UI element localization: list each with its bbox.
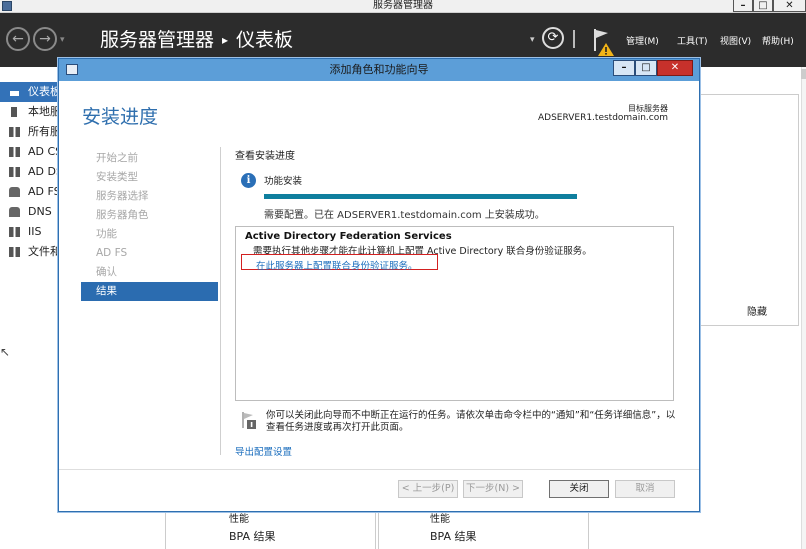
- installation-progress-bar: [264, 194, 577, 199]
- footer-divider: [59, 469, 699, 470]
- notification-flag-icon[interactable]: [592, 27, 616, 57]
- configure-federation-service-link[interactable]: 在此服务器上配置联合身份验证服务。: [256, 258, 418, 272]
- tile-performance-label[interactable]: 性能: [229, 510, 249, 525]
- local-server-icon: [11, 107, 17, 117]
- mouse-cursor-icon: ↖: [0, 345, 11, 359]
- sidebar-item-file-services[interactable]: 文件和: [0, 242, 60, 262]
- menu-view[interactable]: 视图(V): [720, 34, 751, 47]
- breadcrumb-app: 服务器管理器: [100, 29, 215, 51]
- sidebar-item-label: AD CS: [28, 145, 60, 158]
- refresh-icon[interactable]: ⟳: [542, 27, 564, 49]
- sidebar-item-label: 文件和: [28, 245, 60, 258]
- target-server-value: ADSERVER1.testdomain.com: [537, 113, 668, 123]
- wizard-titlebar[interactable]: 添加角色和功能向导 – □ ✕: [59, 59, 699, 81]
- view-progress-label: 查看安装进度: [235, 151, 295, 162]
- wizard-maximize-button[interactable]: □: [635, 60, 657, 76]
- sidebar-item-label: 所有服: [28, 125, 60, 138]
- wizard-title: 添加角色和功能向导: [329, 63, 429, 76]
- hide-link[interactable]: 隐藏: [747, 303, 767, 318]
- file-services-icon: [9, 247, 20, 257]
- add-roles-wizard-dialog: 添加角色和功能向导 – □ ✕ 安装进度 目标服务器 ADSERVER1.tes…: [58, 58, 700, 512]
- back-arrow-icon[interactable]: ←: [6, 27, 30, 51]
- close-wizard-button[interactable]: 关闭: [549, 480, 609, 498]
- vertical-scrollbar[interactable]: [801, 67, 806, 549]
- header-divider: [573, 30, 575, 48]
- tile-performance-label[interactable]: 性能: [430, 510, 450, 525]
- close-wizard-note: 你可以关闭此向导而不中断正在运行的任务。请依次单击命令栏中的“通知”和“任务详细…: [266, 410, 676, 433]
- ad-cs-icon: [9, 147, 20, 157]
- server-manager-titlebar: 服务器管理器 – □ ✕: [0, 0, 806, 13]
- maximize-button[interactable]: □: [753, 0, 773, 12]
- step-features: 功能: [96, 228, 117, 240]
- feature-installation-label: 功能安装: [264, 176, 303, 187]
- page-title: 安装进度: [82, 106, 159, 128]
- dns-icon: [9, 207, 20, 217]
- notification-flag-icon: [242, 412, 256, 429]
- sidebar-item-dashboard[interactable]: 仪表板: [0, 82, 60, 102]
- sidebar-item-ad-ds[interactable]: AD DS: [0, 162, 60, 182]
- step-server-selection: 服务器选择: [96, 190, 149, 202]
- sidebar-item-ad-cs[interactable]: AD CS: [0, 142, 60, 162]
- ad-ds-icon: [9, 167, 20, 177]
- sidebar-item-all-servers[interactable]: 所有服: [0, 122, 60, 142]
- window-title: 服务器管理器: [373, 0, 433, 11]
- menu-help[interactable]: 帮助(H): [762, 34, 794, 47]
- wizard-close-button[interactable]: ✕: [657, 60, 693, 76]
- step-before-you-begin: 开始之前: [96, 152, 138, 164]
- sidebar-item-label: IIS: [28, 225, 42, 238]
- tile-bpa-label[interactable]: BPA 结果: [430, 528, 477, 544]
- next-button[interactable]: 下一步(N) >: [463, 480, 523, 498]
- sidebar-item-label: 仪表板: [28, 85, 60, 98]
- sidebar-item-label: 本地服: [28, 105, 60, 118]
- export-configuration-link[interactable]: 导出配置设置: [235, 444, 292, 458]
- cancel-button[interactable]: 取消: [615, 480, 675, 498]
- ad-fs-icon: [9, 187, 20, 197]
- sidebar-item-local-server[interactable]: 本地服: [0, 102, 60, 122]
- forward-arrow-icon[interactable]: →: [33, 27, 57, 51]
- sidebar-item-label: AD FS: [28, 185, 60, 198]
- breadcrumb-page: 仪表板: [236, 29, 294, 51]
- step-results[interactable]: 结果: [81, 282, 218, 301]
- iis-icon: [9, 227, 20, 237]
- sidebar-item-label: DNS: [28, 205, 52, 218]
- menu-tools[interactable]: 工具(T): [677, 34, 708, 47]
- results-list: Active Directory Federation Services 需要执…: [235, 226, 674, 401]
- history-dropdown-icon[interactable]: ▾: [60, 35, 65, 45]
- header-dropdown-icon[interactable]: ▾: [530, 35, 535, 45]
- wizard-minimize-button[interactable]: –: [613, 60, 635, 76]
- step-ad-fs: AD FS: [96, 247, 128, 259]
- dashboard-icon: [9, 87, 20, 97]
- result-title: Active Directory Federation Services: [245, 231, 452, 242]
- dashboard-panel: [700, 94, 799, 326]
- progress-status-text: 需要配置。已在 ADSERVER1.testdomain.com 上安装成功。: [264, 210, 545, 221]
- sidebar-item-ad-fs[interactable]: AD FS: [0, 182, 60, 202]
- steps-divider: [220, 147, 221, 455]
- previous-button[interactable]: < 上一步(P): [398, 480, 458, 498]
- menu-manage[interactable]: 管理(M): [626, 34, 659, 47]
- scrollbar-thumb[interactable]: [801, 69, 806, 79]
- all-servers-icon: [9, 127, 20, 137]
- minimize-button[interactable]: –: [733, 0, 753, 12]
- sidebar-item-iis[interactable]: IIS: [0, 222, 60, 242]
- step-installation-type: 安装类型: [96, 171, 138, 183]
- progress-bar-fill: [264, 194, 577, 199]
- breadcrumb-separator-icon: ▸: [222, 33, 229, 47]
- sidebar: 仪表板 本地服 所有服 AD CS AD DS AD FS DNS IIS 文件…: [0, 80, 60, 549]
- tile-bpa-label[interactable]: BPA 结果: [229, 528, 276, 544]
- step-confirmation: 确认: [96, 266, 117, 278]
- step-server-roles: 服务器角色: [96, 209, 149, 221]
- close-button[interactable]: ✕: [773, 0, 806, 12]
- sidebar-item-dns[interactable]: DNS: [0, 202, 60, 222]
- breadcrumb: 服务器管理器 ▸ 仪表板: [100, 27, 293, 55]
- info-icon: i: [241, 173, 256, 188]
- sidebar-item-label: AD DS: [28, 165, 60, 178]
